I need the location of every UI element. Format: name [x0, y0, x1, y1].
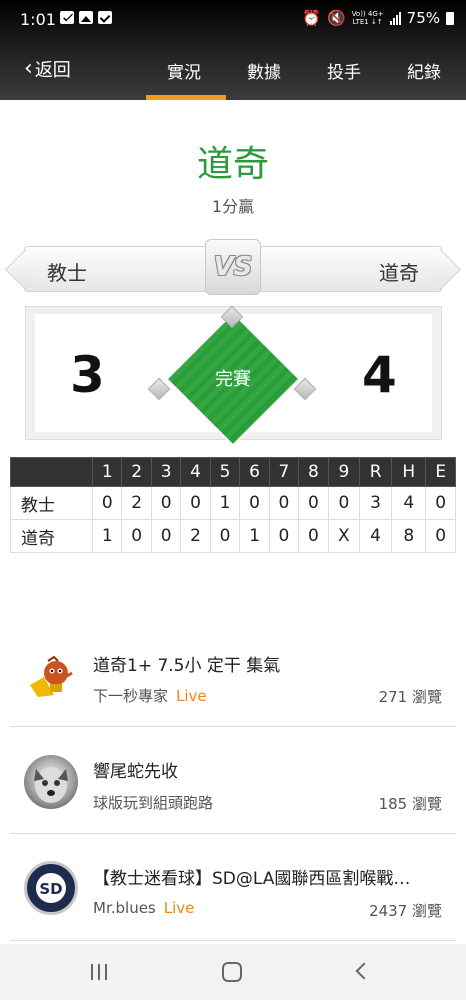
col-errors: E — [425, 457, 456, 487]
score-cell: 2 — [180, 519, 211, 553]
col-inning-3: 3 — [150, 457, 182, 487]
post-views: 185 瀏覽 — [378, 795, 442, 813]
tab-live[interactable]: 實況 — [167, 58, 201, 83]
win-margin: 1分贏 — [211, 197, 255, 216]
post-views: 271 瀏覽 — [378, 688, 442, 706]
post-item[interactable]: 道奇1+ 7.5小 定干 集氣 下一秒專家 Live 271 瀏覽 — [10, 620, 456, 727]
score-cell: 0 — [150, 519, 182, 553]
status-bar: 1:01 ⏰ 🔇 Vo)) 4G+ LTE1 ↓↑ 75% — [0, 0, 466, 40]
post-item[interactable]: SD 【教士迷看球】SD@LA國聯西區割喉戰… Mr.blues Live 243… — [10, 834, 456, 941]
recent-apps-icon[interactable] — [91, 964, 107, 980]
score-cell: 0 — [150, 486, 182, 520]
score-cell: 0 — [298, 486, 329, 520]
home-team-name: 道奇 — [379, 261, 419, 285]
image-notification-icon — [79, 11, 93, 24]
system-nav-bar — [0, 944, 466, 1000]
team-logo-avatar: SD — [24, 861, 78, 915]
score-cell: X — [327, 519, 361, 553]
app-header: 1:01 ⏰ 🔇 Vo)) 4G+ LTE1 ↓↑ 75% ‹ 返回 實況 數據 — [0, 0, 466, 100]
linescore-row-home: 道奇 1 0 0 2 0 1 0 0 X 4 8 0 — [10, 519, 456, 553]
back-label: 返回 — [34, 60, 71, 81]
tab-stats[interactable]: 數據 — [247, 58, 281, 83]
network-label-bottom: LTE1 ↓↑ — [352, 18, 383, 26]
battery-icon — [446, 11, 454, 25]
col-inning-4: 4 — [180, 457, 211, 487]
status-time: 1:01 — [20, 10, 56, 29]
col-inning-5: 5 — [209, 457, 241, 487]
score-cell: 0 — [425, 486, 456, 520]
score-cell: 0 — [91, 486, 123, 520]
back-button[interactable]: ‹ 返回 — [24, 56, 71, 82]
svg-text:SD: SD — [39, 880, 62, 898]
post-author: Mr.blues Live — [93, 899, 195, 917]
post-title: 【教士迷看球】SD@LA國聯西區割喉戰… — [93, 869, 411, 889]
col-inning-1: 1 — [91, 457, 123, 487]
score-cell: 0 — [180, 486, 211, 520]
chevron-left-icon: ‹ — [24, 56, 33, 81]
post-title: 道奇1+ 7.5小 定干 集氣 — [93, 656, 281, 676]
row-team-name: 道奇 — [10, 519, 93, 553]
live-badge: Live — [163, 899, 195, 917]
score-cell: 4 — [391, 486, 427, 520]
score-cell: 3 — [359, 486, 393, 520]
score-cell: 0 — [298, 519, 329, 553]
away-team-name: 教士 — [47, 261, 87, 285]
mute-icon: 🔇 — [327, 9, 346, 27]
col-runs: R — [359, 457, 393, 487]
top-nav: ‹ 返回 實況 數據 投手 紀錄 — [0, 48, 466, 100]
col-inning-6: 6 — [239, 457, 270, 487]
score-cell: 0 — [209, 519, 241, 553]
col-inning-2: 2 — [121, 457, 152, 487]
score-cell: 4 — [359, 519, 393, 553]
score-cell: 0 — [425, 519, 456, 553]
winner-title: 道奇 — [196, 144, 269, 185]
linescore-table: 1 2 3 4 5 6 7 8 9 R H E 教士 0 2 0 0 1 0 0… — [10, 457, 456, 553]
post-views: 2437 瀏覽 — [369, 902, 442, 920]
row-team-name: 教士 — [10, 486, 93, 520]
post-title: 響尾蛇先收 — [93, 762, 178, 782]
post-item[interactable]: 響尾蛇先收 球版玩到組頭跑路 185 瀏覽 — [10, 727, 456, 834]
back-nav-icon[interactable] — [355, 962, 373, 980]
home-score: 4 — [362, 346, 397, 404]
active-tab-indicator — [146, 95, 226, 100]
network-label-top: Vo)) 4G+ — [351, 10, 384, 18]
post-author: 下一秒專家 Live — [93, 687, 207, 705]
battery-percent: 75% — [406, 9, 440, 27]
tab-records[interactable]: 紀錄 — [407, 58, 441, 83]
signal-icon — [389, 11, 401, 25]
score-cell: 2 — [121, 486, 152, 520]
away-score: 3 — [70, 346, 105, 404]
husky-avatar — [24, 755, 78, 809]
vs-badge: VS — [205, 239, 261, 295]
col-inning-9: 9 — [327, 457, 361, 487]
mail-notification-icon — [60, 11, 74, 24]
score-cell: 1 — [239, 519, 270, 553]
score-cell: 0 — [268, 519, 300, 553]
score-cell: 0 — [121, 519, 152, 553]
col-inning-8: 8 — [298, 457, 329, 487]
linescore-header: 1 2 3 4 5 6 7 8 9 R H E — [10, 457, 456, 487]
check-notification-icon — [98, 11, 112, 24]
mascot-avatar — [24, 649, 78, 703]
live-badge: Live — [176, 687, 207, 705]
score-cell: 1 — [209, 486, 241, 520]
col-hits: H — [391, 457, 427, 487]
col-inning-7: 7 — [268, 457, 300, 487]
game-status: 完賽 — [215, 369, 251, 390]
score-cell: 8 — [391, 519, 427, 553]
post-author: 球版玩到組頭跑路 — [93, 794, 214, 812]
score-cell: 0 — [239, 486, 270, 520]
score-cell: 1 — [91, 519, 123, 553]
tab-pitchers[interactable]: 投手 — [327, 58, 361, 83]
score-cell: 0 — [327, 486, 361, 520]
alarm-icon: ⏰ — [302, 9, 321, 27]
home-icon[interactable] — [222, 962, 242, 982]
score-cell: 0 — [268, 486, 300, 520]
linescore-row-away: 教士 0 2 0 0 1 0 0 0 0 3 4 0 — [10, 486, 456, 520]
